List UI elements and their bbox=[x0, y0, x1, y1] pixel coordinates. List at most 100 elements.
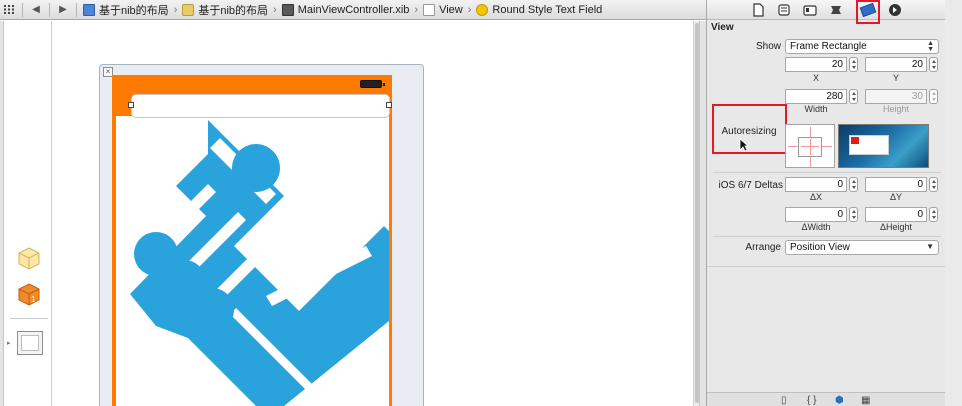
y-stepper[interactable] bbox=[929, 57, 938, 72]
dock-edge bbox=[0, 21, 4, 406]
xib-file-icon bbox=[281, 3, 294, 16]
mouse-pointer-icon bbox=[739, 138, 749, 152]
delta-x-field[interactable]: 0 bbox=[785, 177, 847, 192]
attributes-inspector-icon[interactable] bbox=[829, 3, 843, 17]
delta-width-caption: ΔWidth bbox=[801, 222, 831, 232]
y-field[interactable]: 20 bbox=[865, 57, 927, 72]
splitter[interactable] bbox=[699, 21, 706, 406]
jump-bar-divider bbox=[76, 2, 77, 17]
resize-handle[interactable] bbox=[128, 102, 134, 108]
utilities-inspector: View Show Frame Rectangle ▲ ▼ 20 20 X Y 2… bbox=[706, 0, 962, 406]
back-arrow-icon[interactable]: ◀ bbox=[27, 0, 45, 19]
show-label: Show bbox=[755, 41, 781, 52]
preview-view bbox=[851, 137, 859, 144]
updown-arrows-icon: ▲ ▼ bbox=[927, 40, 934, 53]
chevron-right-icon: › bbox=[467, 3, 472, 16]
project-icon bbox=[83, 3, 95, 16]
battery-icon bbox=[360, 80, 385, 88]
disclosure-triangle-icon[interactable]: ▸ bbox=[7, 339, 11, 347]
resize-handle[interactable] bbox=[386, 102, 392, 108]
object-library-icon[interactable]: ⬢ bbox=[835, 395, 844, 406]
files-owner-cube-icon[interactable] bbox=[17, 246, 41, 270]
delta-width-field[interactable]: 0 bbox=[785, 207, 847, 222]
show-popup[interactable]: Frame Rectangle ▲ ▼ bbox=[785, 39, 939, 54]
fist-logo-image[interactable] bbox=[116, 116, 389, 406]
annotation-highlight bbox=[712, 104, 787, 154]
deltas-label: iOS 6/7 Deltas bbox=[718, 180, 783, 191]
section-title: View bbox=[711, 22, 734, 33]
autoresizing-mask-control[interactable] bbox=[785, 124, 835, 168]
breadcrumb-project[interactable]: 基于nib的布局 bbox=[81, 0, 171, 19]
inspector-tab-bar bbox=[707, 0, 947, 24]
delta-height-caption: ΔHeight bbox=[879, 222, 913, 232]
size-inspector: View Show Frame Rectangle ▲ ▼ 20 20 X Y 2… bbox=[707, 20, 947, 406]
breadcrumb-file[interactable]: MainViewController.xib bbox=[280, 0, 412, 19]
window-edge bbox=[945, 0, 962, 406]
connections-inspector-icon[interactable] bbox=[888, 3, 902, 17]
x-stepper[interactable] bbox=[849, 57, 858, 72]
delta-y-caption: ΔY bbox=[889, 192, 902, 202]
breadcrumb-text-field[interactable]: Round Style Text Field bbox=[474, 0, 604, 19]
chevron-right-icon: › bbox=[273, 3, 277, 16]
breadcrumb-label: 基于nib的布局 bbox=[198, 4, 269, 17]
show-popup-value: Frame Rectangle bbox=[790, 41, 867, 52]
height-field[interactable]: 30 bbox=[865, 89, 927, 104]
round-style-text-field[interactable] bbox=[131, 94, 390, 118]
section-divider bbox=[713, 236, 941, 237]
library-tab-bar: ▯ { } ⬢ ▦ bbox=[707, 392, 947, 406]
quick-help-icon[interactable] bbox=[777, 3, 791, 17]
width-stepper[interactable] bbox=[849, 89, 858, 104]
forward-arrow-icon[interactable]: ▶ bbox=[54, 0, 72, 19]
left-strut[interactable] bbox=[788, 146, 798, 147]
delta-height-stepper[interactable] bbox=[929, 207, 938, 222]
arrange-popup-value: Position View bbox=[790, 242, 850, 253]
status-bar bbox=[112, 75, 392, 91]
code-snippet-icon[interactable]: { } bbox=[807, 395, 816, 406]
delta-x-stepper[interactable] bbox=[849, 177, 858, 192]
arrange-label: Arrange bbox=[745, 242, 781, 253]
width-field[interactable]: 280 bbox=[785, 89, 847, 104]
breadcrumb-label: View bbox=[439, 3, 463, 16]
top-strut[interactable] bbox=[810, 127, 811, 137]
bottom-strut[interactable] bbox=[810, 157, 811, 167]
jump-bar: ◀ ▶ 基于nib的布局 › 基于nib的布局 › MainViewContro… bbox=[0, 0, 706, 20]
chevron-right-icon: › bbox=[414, 3, 419, 16]
chevron-right-icon: › bbox=[173, 3, 178, 16]
y-caption: Y bbox=[892, 73, 899, 83]
view-icon bbox=[423, 3, 436, 16]
flexible-height-spring[interactable] bbox=[810, 139, 811, 155]
breadcrumb-group[interactable]: 基于nib的布局 bbox=[180, 0, 270, 19]
section-divider bbox=[713, 172, 941, 173]
folder-icon bbox=[182, 3, 195, 16]
jump-bar-divider bbox=[22, 2, 23, 17]
x-caption: X bbox=[812, 73, 819, 83]
file-template-icon[interactable]: ▯ bbox=[781, 395, 787, 406]
autoresizing-preview bbox=[838, 124, 929, 168]
breadcrumb-label: 基于nib的布局 bbox=[99, 4, 169, 17]
related-items-icon[interactable] bbox=[0, 0, 18, 19]
delta-y-stepper[interactable] bbox=[929, 177, 938, 192]
breadcrumb-label: MainViewController.xib bbox=[297, 3, 410, 16]
dock-divider bbox=[10, 318, 48, 319]
top-level-view-icon[interactable] bbox=[17, 331, 43, 355]
x-field[interactable]: 20 bbox=[785, 57, 847, 72]
breadcrumb-label: Round Style Text Field bbox=[492, 3, 603, 16]
media-library-icon[interactable]: ▦ bbox=[861, 395, 870, 406]
width-caption: Width bbox=[804, 104, 828, 114]
delta-x-caption: ΔX bbox=[809, 192, 822, 202]
delta-width-stepper[interactable] bbox=[849, 207, 858, 222]
preview-window bbox=[849, 135, 889, 155]
arrange-popup[interactable]: Position View ▼ bbox=[785, 240, 939, 255]
delta-y-field[interactable]: 0 bbox=[865, 177, 927, 192]
delta-height-field[interactable]: 0 bbox=[865, 207, 927, 222]
breadcrumb-view[interactable]: View bbox=[421, 0, 465, 19]
identity-inspector-icon[interactable] bbox=[803, 3, 817, 17]
height-caption: Height bbox=[882, 104, 909, 114]
first-responder-cube-icon[interactable]: 1 bbox=[17, 282, 41, 306]
right-strut[interactable] bbox=[822, 146, 832, 147]
text-field-icon bbox=[476, 3, 489, 16]
inspector-bottom-divider bbox=[707, 266, 947, 267]
svg-text:1: 1 bbox=[31, 295, 36, 304]
file-inspector-icon[interactable] bbox=[751, 3, 765, 17]
height-stepper[interactable] bbox=[929, 89, 938, 104]
